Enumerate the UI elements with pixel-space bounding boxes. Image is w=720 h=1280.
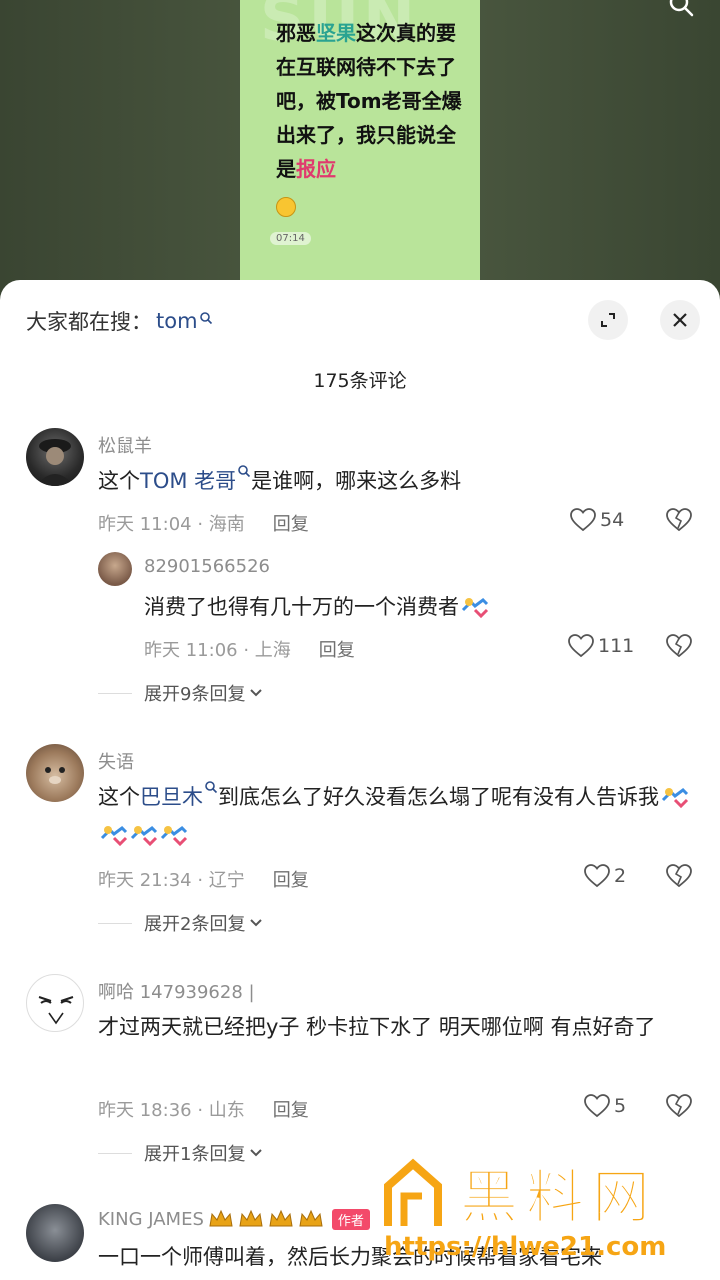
reply-button[interactable]: 回复 <box>319 636 355 662</box>
crown-icon <box>299 1209 323 1227</box>
comment-username[interactable]: 啊哈 147939628 | <box>98 978 255 1004</box>
expand-replies-button[interactable]: 展开9条回复 <box>98 680 263 706</box>
like-button[interactable]: 111 <box>568 634 634 658</box>
avatar[interactable] <box>26 428 84 486</box>
reply-button[interactable]: 回复 <box>273 510 309 536</box>
search-link[interactable]: TOM 老哥 <box>140 462 251 500</box>
comment-time-location: 昨天 21:34 · 辽宁 <box>98 870 245 891</box>
avatar[interactable] <box>26 974 84 1032</box>
heart-icon <box>568 634 594 658</box>
video-timestamp: 07:14 <box>270 232 311 245</box>
comment-text[interactable]: 才过两天就已经把y子 秒卡拉下水了 明天哪位啊 有点好奇了 <box>98 1008 698 1046</box>
close-icon <box>673 313 687 327</box>
trending-search-label: 大家都在搜： <box>26 310 152 334</box>
chevron-down-icon <box>250 919 263 927</box>
comment-username[interactable]: 松鼠羊 <box>98 432 152 458</box>
dislike-icon[interactable] <box>666 864 692 888</box>
author-badge: 作者 <box>331 1208 370 1230</box>
like-count: 5 <box>614 1095 627 1117</box>
reply-username[interactable]: 82901566526 <box>144 556 270 577</box>
comment-count: 175条评论 <box>313 370 407 392</box>
comment-text[interactable]: 这个 TOM 老哥 是谁啊，哪来这么多料 <box>98 462 698 500</box>
reply-meta: 昨天 11:06 · 上海 回复 <box>144 636 355 662</box>
avatar[interactable] <box>26 744 84 802</box>
comments-panel: 大家都在搜： tom 175条评论 松鼠羊 这个 TOM 老哥 是谁啊，哪来这么… <box>0 280 720 1280</box>
expand-icon <box>601 313 615 327</box>
close-button[interactable] <box>660 300 700 340</box>
divider <box>98 692 132 694</box>
expand-replies-button[interactable]: 展开2条回复 <box>98 910 263 936</box>
like-button[interactable]: 2 <box>584 864 626 888</box>
avatar[interactable] <box>98 552 132 586</box>
comment-meta: 昨天 21:34 · 辽宁 回复 <box>98 866 309 892</box>
mini-search-icon <box>205 781 218 794</box>
comment-meta: 昨天 11:04 · 海南 回复 <box>98 510 309 536</box>
search-icon[interactable] <box>668 0 696 22</box>
comment-text[interactable]: 这个 巴旦木 到底怎么了好久没看怎么塌了呢有没有人告诉我 <box>98 778 698 854</box>
reply-button[interactable]: 回复 <box>273 1096 309 1122</box>
search-link[interactable]: 巴旦木 <box>140 778 218 816</box>
like-button[interactable]: 54 <box>570 508 624 532</box>
emoji-icon <box>100 826 128 847</box>
crown-icon <box>209 1209 233 1227</box>
video-frame[interactable]: SUN. 邪恶坚果这次真的要在互联网待不下去了吧，被Tom老哥全爆出来了，我只能… <box>240 0 480 300</box>
dislike-icon[interactable] <box>666 508 692 532</box>
crown-icon <box>239 1209 263 1227</box>
comment-username[interactable]: KING JAMES 作者 <box>98 1208 370 1230</box>
comment-time-location: 昨天 18:36 · 山东 <box>98 1100 245 1121</box>
laugh-emoji-icon <box>276 196 296 217</box>
crown-icon <box>269 1209 293 1227</box>
dislike-icon[interactable] <box>666 634 692 658</box>
trending-search-term[interactable]: tom <box>156 309 213 333</box>
emoji-icon <box>130 826 158 847</box>
expand-panel-button[interactable] <box>588 300 628 340</box>
chevron-down-icon <box>250 1149 263 1157</box>
trending-search[interactable]: 大家都在搜： tom <box>26 306 213 336</box>
emoji-icon <box>461 598 489 619</box>
like-count: 54 <box>600 509 625 531</box>
heart-icon <box>584 1094 610 1118</box>
avatar[interactable] <box>26 1204 84 1262</box>
mini-search-icon <box>199 312 212 325</box>
emoji-icon <box>661 788 689 809</box>
video-caption: 邪恶坚果这次真的要在互联网待不下去了吧，被Tom老哥全爆出来了，我只能说全是报应 <box>276 16 466 220</box>
chevron-down-icon <box>250 689 263 697</box>
like-count: 2 <box>614 865 627 887</box>
like-count: 111 <box>598 635 635 657</box>
like-button[interactable]: 5 <box>584 1094 626 1118</box>
expand-replies-button[interactable]: 展开1条回复 <box>98 1140 263 1166</box>
divider <box>98 922 132 924</box>
heart-icon <box>570 508 596 532</box>
watermark-url: https://hlwe21.com <box>384 1232 667 1262</box>
divider <box>98 1152 132 1154</box>
heart-icon <box>584 864 610 888</box>
watermark-text: 黑料网 <box>459 1163 659 1232</box>
comment-time-location: 昨天 11:04 · 海南 <box>98 514 245 535</box>
dislike-icon[interactable] <box>666 1094 692 1118</box>
comment-username[interactable]: 失语 <box>98 748 134 774</box>
reply-button[interactable]: 回复 <box>273 866 309 892</box>
mini-search-icon <box>238 465 251 478</box>
reply-time-location: 昨天 11:06 · 上海 <box>144 640 291 661</box>
reply-text[interactable]: 消费了也得有几十万的一个消费者 <box>144 588 684 626</box>
comment-meta: 昨天 18:36 · 山东 回复 <box>98 1096 309 1122</box>
emoji-icon <box>160 826 188 847</box>
